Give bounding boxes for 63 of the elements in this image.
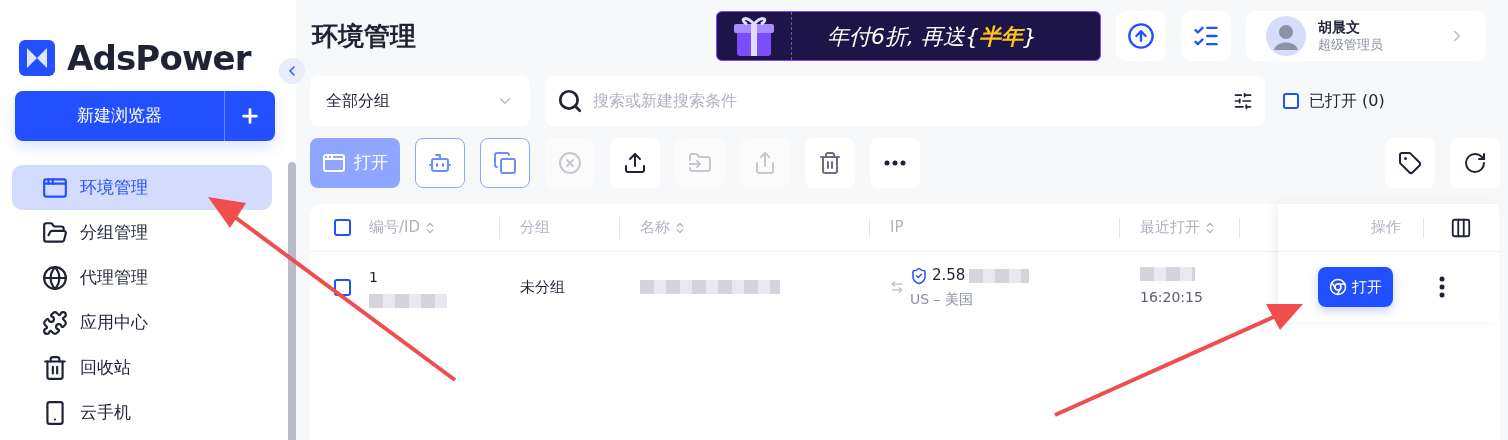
share-icon	[753, 151, 777, 175]
task-list-button[interactable]	[1181, 11, 1231, 61]
batch-add-button[interactable]	[225, 91, 275, 141]
nav-item[interactable]: 环境管理	[12, 165, 272, 210]
tag-icon	[1398, 151, 1422, 175]
nav-item[interactable]: 应用中心	[12, 300, 272, 345]
nav-item[interactable]: 分组管理	[12, 210, 272, 255]
search-field[interactable]: 搜索或新建搜索条件	[593, 89, 1223, 113]
ip-address: 2.58	[932, 265, 966, 287]
tag-button[interactable]	[1385, 138, 1435, 188]
brand-name: AdsPower	[67, 36, 251, 80]
robot-icon	[428, 151, 452, 175]
nav-icon	[42, 309, 68, 336]
add-icon	[239, 105, 261, 127]
update-button[interactable]	[1116, 11, 1166, 61]
copy-icon	[493, 151, 517, 175]
nav-item[interactable]: 回收站	[12, 345, 272, 390]
user-name: 胡晨文	[1318, 18, 1361, 36]
promo-text: }	[1023, 22, 1037, 51]
group-select[interactable]: 全部分组	[310, 76, 530, 126]
more-icon	[884, 160, 906, 166]
logo-icon	[19, 40, 55, 76]
select-all-checkbox[interactable]	[334, 219, 351, 236]
nav-item[interactable]: 代理管理	[12, 255, 272, 300]
nav-icon	[42, 354, 68, 381]
folder-arrow-icon	[688, 151, 712, 175]
row-checkbox[interactable]	[334, 278, 351, 296]
search-icon	[557, 88, 583, 114]
more-vertical-icon	[1439, 276, 1445, 298]
refresh-icon	[1463, 151, 1487, 175]
column-header: 操作	[1371, 217, 1401, 239]
more-button[interactable]	[1439, 276, 1445, 298]
nav-item[interactable]: 云手机	[12, 390, 272, 435]
page-title: 环境管理	[312, 19, 416, 53]
close-circle-icon	[558, 151, 582, 175]
ip-location: US – 美国	[910, 289, 975, 309]
swap-icon	[890, 280, 904, 294]
nav-icon	[42, 219, 68, 246]
avatar	[1266, 16, 1306, 56]
refresh-button[interactable]	[1450, 138, 1500, 188]
search-bar[interactable]: 搜索或新建搜索条件	[545, 76, 1265, 126]
promo-banner[interactable]: 年付6折, 再送{半年}	[716, 11, 1101, 61]
last-open-time: 16:20:15	[1140, 287, 1204, 307]
redacted-blur	[969, 268, 1030, 283]
opened-filter-checkbox[interactable]: 已打开 (0)	[1283, 89, 1385, 113]
toolbar-button[interactable]	[610, 138, 660, 188]
user-role: 超级管理员	[1318, 36, 1384, 54]
upload-icon	[623, 151, 647, 175]
profile-id: 1	[369, 267, 379, 287]
browser-icon	[1329, 278, 1347, 296]
promo-text: 年付6折, 再送{	[827, 22, 979, 51]
nav-icon	[42, 264, 68, 291]
new-browser-button[interactable]: 新建浏览器	[15, 91, 225, 141]
shield-icon	[910, 266, 928, 285]
trash-icon	[818, 151, 842, 175]
scrollbar[interactable]	[288, 162, 296, 440]
redacted-blur	[1140, 266, 1195, 281]
open-profile-button[interactable]: 打开	[1318, 267, 1393, 307]
promo-highlight: 半年	[979, 22, 1023, 51]
group-cell: 未分组	[520, 278, 565, 296]
user-card[interactable]: 胡晨文 超级管理员	[1246, 11, 1486, 61]
filter-icon	[1233, 91, 1253, 111]
columns-icon	[1450, 216, 1472, 239]
